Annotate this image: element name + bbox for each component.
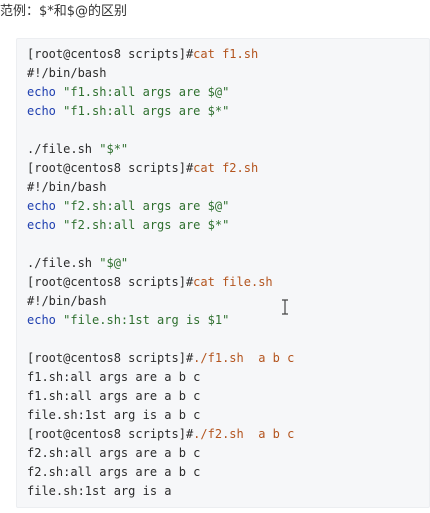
code-line: [root@centos8 scripts]#cat file.sh (27, 273, 294, 292)
code-token-kw: echo (27, 218, 64, 232)
code-lines: [root@centos8 scripts]#cat f1.sh #!/bin/b… (27, 45, 294, 501)
code-line: [root@centos8 scripts]#./f1.sh a b c (27, 349, 294, 368)
code-token-plain: f1.sh:all args are a b c (27, 389, 201, 403)
code-line: #!/bin/bash (27, 64, 294, 83)
code-token-cmd: cat f2.sh (193, 161, 259, 175)
code-token-plain: #!/bin/bash (27, 294, 107, 308)
code-line: f2.sh:all args are a b c (27, 444, 294, 463)
code-line: #!/bin/bash (27, 178, 294, 197)
page: 范例：$*和$@的区别 [root@centos8 scripts]#cat f… (0, 0, 430, 513)
code-token-prompt: [root@centos8 scripts]# (27, 427, 194, 441)
code-line: echo "f2.sh:all args are $*" (27, 216, 294, 235)
code-token-plain: file.sh:1st arg is a b c (27, 408, 201, 422)
code-line: echo "f2.sh:all args are $@" (27, 197, 294, 216)
code-token-str: "f2.sh:all args are $@" (63, 199, 230, 213)
code-line: file.sh:1st arg is a b c (27, 406, 294, 425)
code-token-cmd: cat f1.sh (193, 47, 259, 61)
code-line: echo "file.sh:1st arg is $1" (27, 311, 294, 330)
code-line: echo "f1.sh:all args are $*" (27, 102, 294, 121)
code-token-prompt: [root@centos8 scripts]# (27, 351, 194, 365)
code-line: f1.sh:all args are a b c (27, 387, 294, 406)
code-token-str: "f2.sh:all args are $*" (63, 218, 230, 232)
code-token-plain: f2.sh:all args are a b c (27, 446, 201, 460)
code-token-plain: ./file.sh (27, 142, 100, 156)
code-line: ./file.sh "$*" (27, 140, 294, 159)
code-token-str: "file.sh:1st arg is $1" (63, 313, 230, 327)
code-line: file.sh:1st arg is a (27, 482, 294, 501)
code-token-cmd: cat file.sh (193, 275, 273, 289)
code-token-plain: f1.sh:all args are a b c (27, 370, 201, 384)
code-token-str: "f1.sh:all args are $*" (63, 104, 230, 118)
code-token-plain: #!/bin/bash (27, 66, 107, 80)
code-line: ./file.sh "$@" (27, 254, 294, 273)
code-token-kw: echo (27, 199, 64, 213)
code-line: [root@centos8 scripts]#./f2.sh a b c (27, 425, 294, 444)
code-token-str: "$@" (99, 256, 129, 270)
code-token-prompt: [root@centos8 scripts]# (27, 161, 194, 175)
code-token-prompt: [root@centos8 scripts]# (27, 47, 194, 61)
code-token-plain: file.sh:1st arg is a (27, 484, 172, 498)
code-line: f1.sh:all args are a b c (27, 368, 294, 387)
text-cursor-icon (282, 299, 288, 315)
code-token-cmd: ./f1.sh a b c (193, 351, 295, 365)
code-token-prompt: [root@centos8 scripts]# (27, 275, 194, 289)
code-line: #!/bin/bash (27, 292, 294, 311)
code-token-cmd: ./f2.sh a b c (193, 427, 295, 441)
code-token-kw: echo (27, 313, 64, 327)
code-token-kw: echo (27, 104, 64, 118)
code-token-kw: echo (27, 85, 64, 99)
code-block[interactable]: [root@centos8 scripts]#cat f1.sh #!/bin/b… (16, 38, 430, 508)
code-line: echo "f1.sh:all args are $@" (27, 83, 294, 102)
code-line: [root@centos8 scripts]#cat f1.sh (27, 45, 294, 64)
code-token-plain: f2.sh:all args are a b c (27, 465, 201, 479)
example-heading: 范例：$*和$@的区别 (0, 4, 128, 19)
code-token-plain: ./file.sh (27, 256, 100, 270)
code-token-str: "$*" (99, 142, 129, 156)
code-token-plain: #!/bin/bash (27, 180, 107, 194)
code-token-str: "f1.sh:all args are $@" (63, 85, 230, 99)
code-line: f2.sh:all args are a b c (27, 463, 294, 482)
code-line: [root@centos8 scripts]#cat f2.sh (27, 159, 294, 178)
